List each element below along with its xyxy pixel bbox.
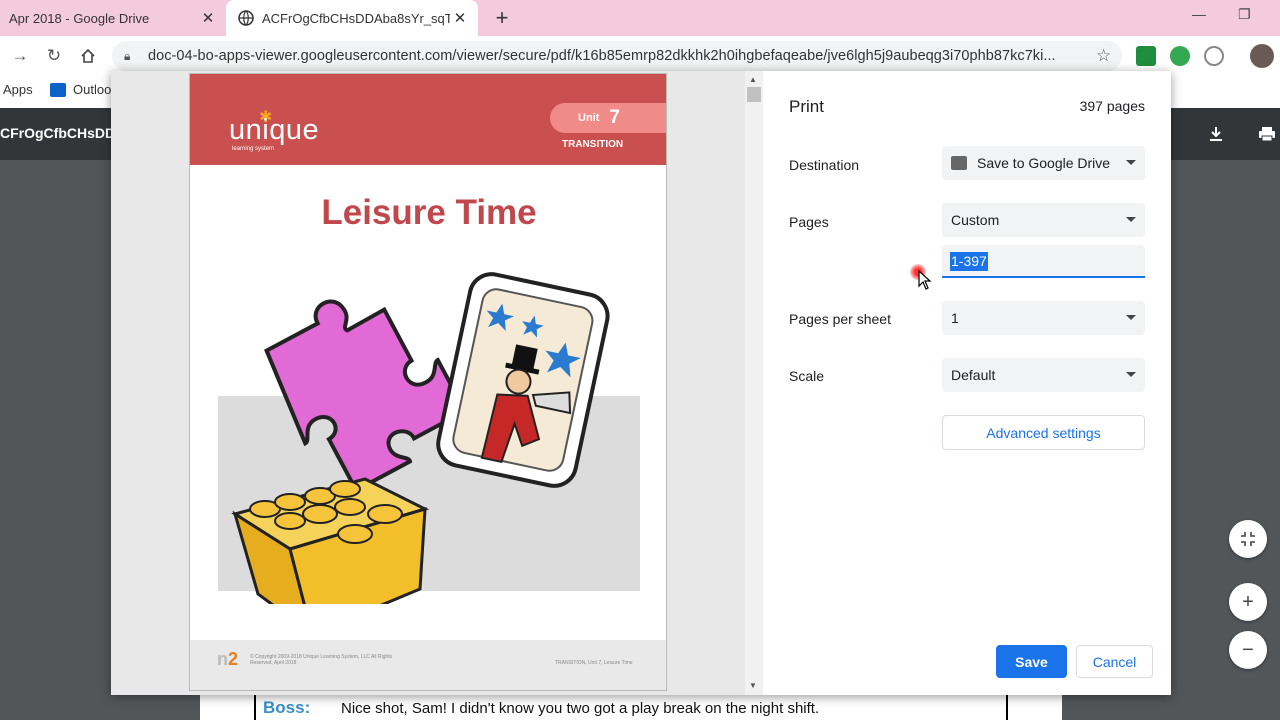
chevron-down-icon	[1126, 315, 1136, 320]
destination-select[interactable]: Save to Google Drive	[942, 146, 1145, 180]
outlook-icon	[50, 82, 66, 97]
cancel-button[interactable]: Cancel	[1076, 645, 1153, 678]
download-icon[interactable]	[1204, 122, 1228, 146]
background-document: Boss: Nice shot, Sam! I didn't know you …	[200, 694, 1062, 720]
logo-text: unique	[229, 114, 320, 146]
tab-google-drive[interactable]: Apr 2018 - Google Drive ✕	[0, 0, 226, 36]
minimize-icon[interactable]: —	[1192, 6, 1206, 22]
bookmark-star-icon[interactable]: ☆	[1096, 46, 1122, 66]
url-text: doc-04-bo-apps-viewer.googleusercontent.…	[148, 48, 1056, 64]
tab-pdf-viewer[interactable]: ACFrOgCfbCHsDDAba8sYr_sqTg/ ✕	[226, 0, 478, 36]
page-title: Leisure Time	[321, 193, 537, 232]
chevron-down-icon	[1126, 372, 1136, 377]
bookmark-outlook[interactable]: Outloo	[50, 82, 111, 97]
scale-label: Scale	[789, 368, 825, 384]
help-extension-icon[interactable]	[1204, 46, 1224, 66]
pages-label: Pages	[789, 214, 829, 230]
pages-value: Custom	[951, 212, 1000, 228]
drive-icon	[951, 156, 967, 170]
fit-page-icon[interactable]	[1229, 520, 1267, 558]
viewer-title: CFrOgCfbCHsDD/	[0, 125, 119, 141]
dialogue-line: Nice shot, Sam! I didn't know you two go…	[341, 700, 820, 717]
home-icon[interactable]	[76, 44, 100, 68]
bookmark-label: Outloo	[73, 82, 112, 97]
lock-icon: 🔒︎	[124, 48, 131, 63]
reload-icon[interactable]: ↻	[42, 44, 66, 68]
pages-per-sheet-label: Pages per sheet	[789, 311, 891, 327]
bookmark-label: Apps	[3, 82, 33, 97]
zoom-in-icon[interactable]: +	[1229, 583, 1267, 621]
speaker-label: Boss:	[263, 698, 311, 717]
print-settings: Print 397 pages Destination Save to Goog…	[763, 71, 1171, 695]
tab-strip: Apr 2018 - Google Drive ✕ ACFrOgCfbCHsDD…	[0, 0, 1280, 36]
unit-badge: Unit 7	[550, 103, 666, 133]
pages-select[interactable]: Custom	[942, 203, 1145, 237]
page-count: 397 pages	[1079, 98, 1145, 114]
chevron-down-icon	[1126, 160, 1136, 165]
destination-label: Destination	[789, 157, 860, 173]
restore-icon[interactable]: ❐	[1238, 6, 1251, 23]
profile-avatar[interactable]	[1250, 44, 1274, 68]
pages-per-sheet-value: 1	[951, 310, 959, 326]
address-bar[interactable]: 🔒︎ doc-04-bo-apps-viewer.googleuserconte…	[112, 41, 1122, 71]
classroom-extension-icon[interactable]	[1136, 46, 1156, 66]
pages-per-sheet-select[interactable]: 1	[942, 301, 1145, 335]
print-title: Print	[789, 97, 824, 116]
n2y-logo: n2	[217, 649, 239, 669]
print-dialog: ✱ unique learning system Unit 7 TRANSITI…	[111, 71, 1171, 695]
browser-toolbar: → ↻ 🔒︎ doc-04-bo-apps-viewer.googleuserc…	[0, 36, 1280, 76]
save-button[interactable]: Save	[996, 645, 1067, 678]
zoom-out-icon[interactable]: −	[1229, 631, 1267, 669]
forward-icon[interactable]: →	[8, 44, 32, 68]
footer-copyright: © Copyright 2009-2018 Unique Learning Sy…	[250, 654, 393, 666]
scroll-thumb[interactable]	[747, 87, 761, 102]
print-icon[interactable]	[1255, 122, 1279, 146]
logo-subtext: learning system	[232, 146, 275, 152]
close-icon[interactable]: ✕	[450, 8, 470, 28]
page-footer: n2 © Copyright 2009-2018 Unique Learning…	[190, 640, 666, 690]
scroll-up-icon[interactable]: ▲	[749, 75, 757, 84]
bookmark-apps[interactable]: Apps	[3, 82, 33, 97]
preview-scrollbar[interactable]: ▲ ▼	[745, 71, 763, 695]
scale-select[interactable]: Default	[942, 358, 1145, 392]
leisure-illustration	[218, 272, 640, 604]
tab-title: ACFrOgCfbCHsDDAba8sYr_sqTg/	[262, 10, 450, 26]
scale-value: Default	[951, 367, 996, 383]
scroll-down-icon[interactable]: ▼	[749, 681, 757, 690]
unit-label: Unit	[578, 112, 600, 124]
band-subtitle: TRANSITION	[562, 139, 624, 150]
destination-value: Save to Google Drive	[977, 155, 1111, 171]
chevron-down-icon	[1126, 217, 1136, 222]
close-icon[interactable]: ✕	[198, 8, 218, 28]
unit-number: 7	[609, 107, 620, 128]
preview-page: ✱ unique learning system Unit 7 TRANSITI…	[189, 73, 667, 691]
new-tab-icon[interactable]: +	[490, 5, 514, 30]
pages-range-selection: 1-397	[950, 252, 988, 271]
print-preview: ✱ unique learning system Unit 7 TRANSITI…	[111, 71, 763, 695]
footer-unit-ref: TRANSITION, Unit 7, Leisure Time	[555, 660, 633, 666]
add-extension-icon[interactable]	[1170, 46, 1190, 66]
mouse-cursor-icon	[918, 270, 932, 290]
globe-icon	[238, 10, 254, 26]
advanced-settings-button[interactable]: Advanced settings	[942, 415, 1145, 450]
tab-title: Apr 2018 - Google Drive	[9, 10, 150, 26]
